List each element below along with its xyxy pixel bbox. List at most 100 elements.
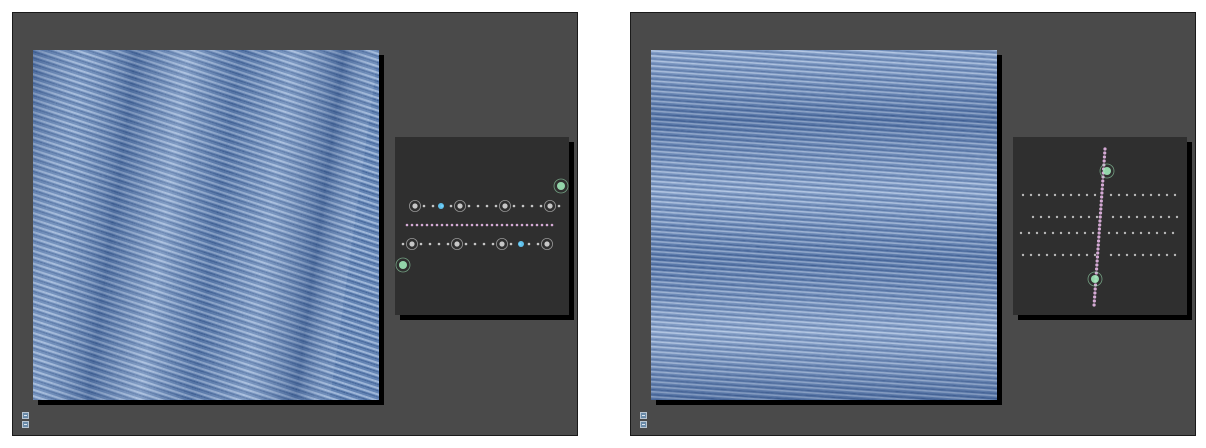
diffraction-spot	[420, 223, 424, 227]
diffraction-spot	[495, 223, 499, 227]
diffraction-spot	[425, 223, 429, 227]
diffraction-spot	[527, 242, 531, 246]
diffraction-spot	[1139, 231, 1143, 235]
diffraction-spot	[1097, 231, 1101, 235]
diffraction-spot	[530, 204, 534, 208]
diffraction-spot	[1096, 239, 1101, 243]
diffraction-spot	[1165, 193, 1169, 197]
diffraction-spot	[530, 223, 534, 227]
diffraction-spot	[520, 223, 524, 227]
zoom-icon[interactable]	[22, 412, 29, 419]
diffraction-spot	[476, 204, 480, 208]
diffraction-spot	[490, 223, 494, 227]
diffraction-spot	[1093, 295, 1097, 299]
zoom-icon[interactable]	[640, 412, 647, 419]
diffraction-spot	[405, 223, 409, 227]
diffraction-spot	[440, 223, 444, 227]
diffraction-spot	[1063, 215, 1067, 219]
diffraction-spot	[557, 204, 561, 208]
diffraction-spot	[518, 241, 524, 247]
diffraction-spot	[505, 223, 509, 227]
diffraction-spot	[1055, 215, 1059, 219]
diffraction-spot	[1135, 215, 1139, 219]
diffraction-spot	[1102, 159, 1106, 163]
diffraction-spot	[446, 242, 450, 246]
diffraction-spot	[445, 223, 449, 227]
diffraction-spot	[1099, 199, 1103, 203]
diffraction-spot	[535, 223, 539, 227]
diffraction-spot	[475, 223, 479, 227]
diffraction-spot	[1098, 211, 1103, 215]
diffraction-spot	[1107, 231, 1111, 235]
diffraction-spot	[1147, 231, 1151, 235]
diffraction-spot	[1115, 231, 1119, 235]
diffraction-spot	[1095, 263, 1099, 267]
diffraction-spot	[470, 223, 474, 227]
diffraction-spot	[1069, 193, 1073, 197]
settings-icon[interactable]	[640, 421, 647, 428]
diffraction-spot	[1075, 231, 1079, 235]
diffraction-spot	[1021, 193, 1025, 197]
left-viewer-panel	[12, 12, 578, 436]
diffraction-spot	[422, 204, 426, 208]
settings-icon[interactable]	[22, 421, 29, 428]
diffraction-spot	[1099, 203, 1103, 207]
diffraction-spot	[412, 203, 418, 209]
diffraction-spot	[485, 204, 489, 208]
fft-pattern-left[interactable]	[395, 137, 569, 315]
diffraction-spot	[465, 223, 469, 227]
diffraction-spot	[1095, 255, 1100, 259]
diffraction-spot	[1087, 215, 1091, 219]
diffraction-spot	[1069, 253, 1073, 257]
diffraction-spot	[1151, 215, 1155, 219]
diffraction-spot	[1149, 193, 1153, 197]
diffraction-spot	[1071, 215, 1075, 219]
diffraction-spot	[494, 204, 498, 208]
diffraction-spot	[525, 223, 529, 227]
diffraction-spot	[547, 203, 553, 209]
diffraction-spot	[437, 242, 441, 246]
diffraction-spot	[1100, 191, 1104, 195]
diffraction-spot	[409, 241, 415, 247]
diffraction-spot	[399, 261, 407, 269]
diffraction-spot	[401, 242, 405, 246]
diffraction-spot	[1117, 193, 1121, 197]
diffraction-spot	[450, 223, 454, 227]
diffraction-spot	[1093, 193, 1097, 197]
fft-pattern-right[interactable]	[1013, 137, 1187, 315]
diffraction-spot	[1119, 215, 1123, 219]
micrograph-image-left[interactable]	[33, 50, 379, 400]
diffraction-spot	[1175, 215, 1179, 219]
diffraction-spot	[1127, 215, 1131, 219]
diffraction-spot	[1061, 193, 1065, 197]
diffraction-spot	[1109, 253, 1113, 257]
diffraction-spot	[455, 223, 459, 227]
diffraction-spot	[1091, 275, 1099, 283]
diffraction-spot	[1047, 215, 1051, 219]
diffraction-spot	[464, 242, 468, 246]
diffraction-spot	[509, 242, 513, 246]
diffraction-spot	[1035, 231, 1039, 235]
diffraction-spot	[1123, 231, 1127, 235]
diffraction-spot	[1095, 259, 1099, 263]
diffraction-spot	[1092, 303, 1096, 307]
diffraction-spot	[1079, 215, 1083, 219]
diffraction-spot	[1077, 193, 1081, 197]
diffraction-spot	[1100, 187, 1104, 191]
diffraction-spot	[1053, 193, 1057, 197]
diffraction-spot	[1029, 193, 1033, 197]
diffraction-spot	[480, 223, 484, 227]
diffraction-spot	[536, 242, 540, 246]
diffraction-spot	[1133, 253, 1137, 257]
diffraction-spot	[1163, 231, 1167, 235]
diffraction-spot	[438, 203, 444, 209]
diffraction-spot	[512, 204, 516, 208]
diffraction-spot	[1092, 299, 1096, 303]
diffraction-spot	[431, 204, 435, 208]
diffraction-spot	[410, 223, 414, 227]
diffraction-spot	[428, 242, 432, 246]
micrograph-image-right[interactable]	[651, 50, 997, 400]
diffraction-spot	[499, 241, 505, 247]
toolbar-right	[640, 412, 648, 430]
diffraction-spot	[1097, 235, 1101, 239]
